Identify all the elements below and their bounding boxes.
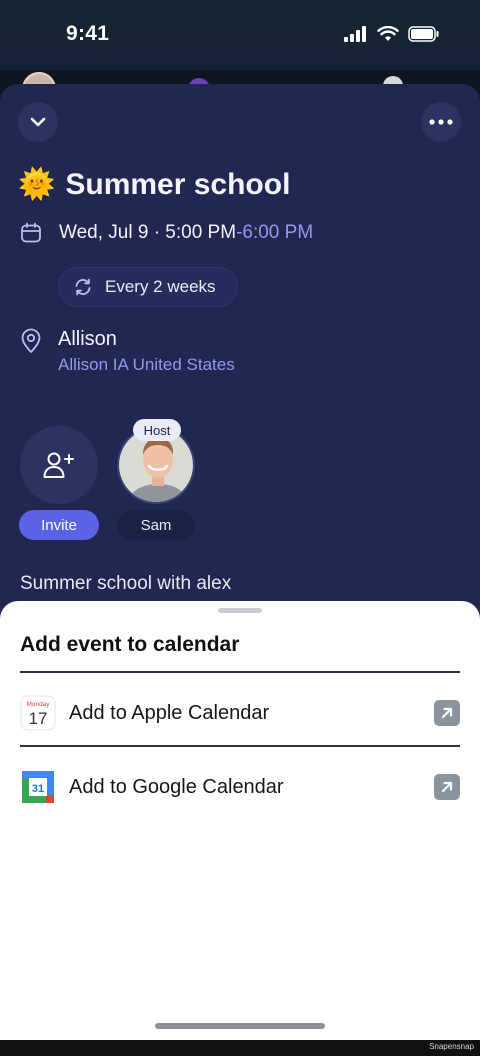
location-text: Allison Allison IA United States [58, 328, 235, 375]
footer-bar: Snapensnap [0, 1040, 480, 1056]
host-badge: Host [133, 419, 181, 441]
event-sheet: 🌞 Summer school Wed, Jul 9 · 5:00 PM -6:… [0, 84, 480, 644]
repeat-icon [75, 278, 91, 296]
google-calendar-label: Add to Google Calendar [69, 775, 284, 798]
external-link-icon [434, 700, 460, 726]
divider [20, 745, 460, 747]
location-row[interactable]: Allison Allison IA United States [20, 328, 235, 375]
signal-icon [344, 26, 366, 42]
watermark: Snapensnap [429, 1042, 474, 1051]
event-description: Summer school with alex [20, 573, 232, 594]
apple-calendar-month: Monday [26, 701, 50, 708]
event-start-datetime: Wed, Jul 9 · 5:00 PM [59, 222, 237, 243]
sun-emoji-icon: 🌞 [18, 168, 56, 201]
event-title: Summer school [65, 168, 291, 201]
recurrence-pill[interactable]: Every 2 weeks [58, 267, 238, 307]
google-calendar-icon: 31 [20, 769, 56, 805]
event-title-row: 🌞 Summer school [18, 168, 290, 202]
invite-button[interactable] [20, 426, 98, 504]
add-person-icon [43, 452, 74, 478]
location-address: Allison IA United States [58, 355, 235, 374]
status-icons [344, 26, 440, 42]
status-time: 9:41 [66, 22, 110, 45]
add-google-calendar-button[interactable]: 31 Add to Google Calendar [20, 751, 460, 823]
google-calendar-day: 31 [32, 783, 44, 795]
battery-icon [408, 26, 439, 42]
invite-label-button[interactable]: Invite [19, 510, 99, 540]
apple-calendar-label: Add to Apple Calendar [69, 701, 270, 724]
external-link-icon [434, 774, 460, 800]
wifi-icon [377, 26, 399, 41]
location-name: Allison [58, 328, 117, 350]
chevron-down-icon [30, 117, 46, 127]
collapse-button[interactable] [18, 102, 58, 142]
host-name[interactable]: Sam [117, 510, 195, 540]
calendar-icon [21, 222, 41, 243]
apple-calendar-day: 17 [29, 709, 48, 728]
event-end-time: -6:00 PM [236, 222, 314, 243]
more-icon [429, 119, 453, 125]
attendees-section: Invite Host Sam [0, 419, 480, 546]
add-to-calendar-sheet: Add event to calendar Monday 17 Add to A… [0, 601, 480, 1040]
sheet-title: Add event to calendar [20, 633, 240, 656]
home-indicator[interactable] [155, 1023, 325, 1029]
location-pin-icon [21, 328, 41, 353]
home-area [0, 1018, 480, 1040]
more-options-button[interactable] [421, 102, 461, 142]
recurrence-label: Every 2 weeks [105, 277, 216, 296]
event-date-row: Wed, Jul 9 · 5:00 PM -6:00 PM [20, 222, 313, 244]
apple-calendar-icon: Monday 17 [20, 695, 56, 731]
divider [20, 671, 460, 673]
status-bar: 9:41 [0, 0, 480, 70]
drag-handle[interactable] [218, 608, 262, 613]
add-apple-calendar-button[interactable]: Monday 17 Add to Apple Calendar [20, 677, 460, 749]
